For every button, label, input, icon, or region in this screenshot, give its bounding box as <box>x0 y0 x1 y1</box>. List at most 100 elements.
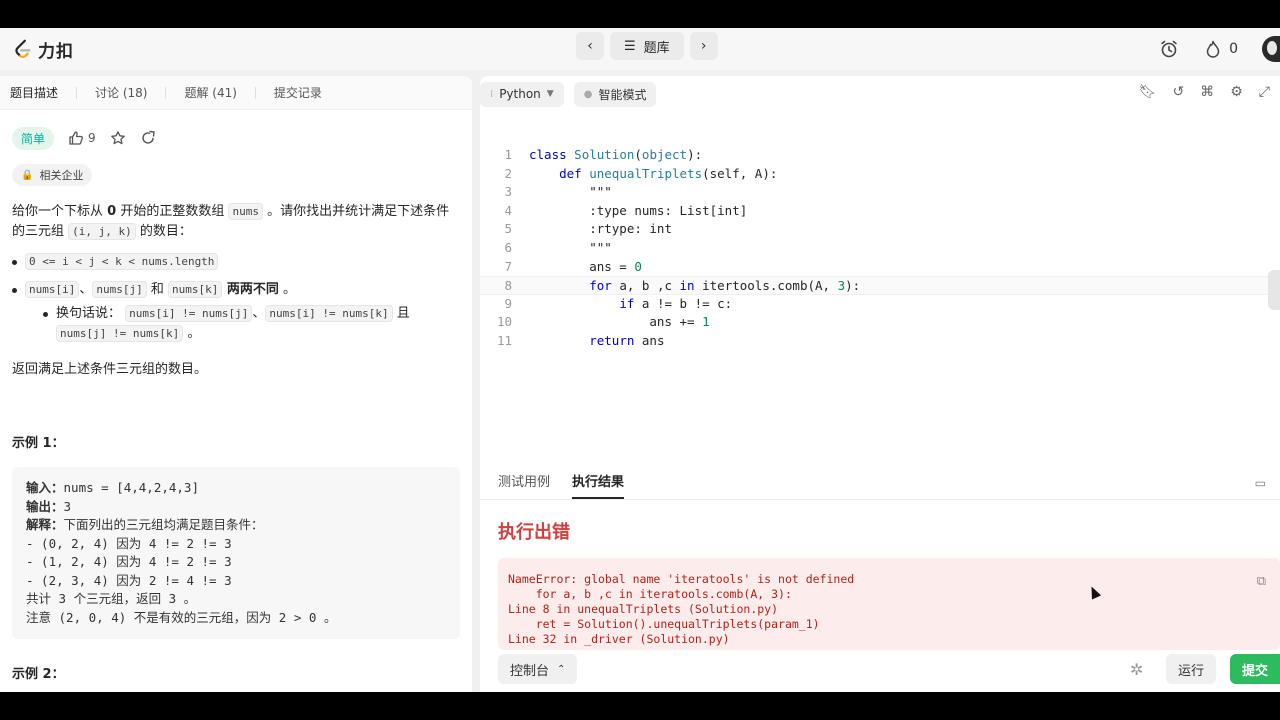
line-number: 6 <box>504 239 512 255</box>
desc-text: 和 <box>146 282 168 297</box>
desc-bold: 0 <box>107 204 117 219</box>
chevron-left-icon: ‹ <box>587 38 593 54</box>
smart-mode-label: 智能模式 <box>598 87 647 102</box>
reset-icon[interactable]: ↺ <box>1173 84 1185 100</box>
desc-text: 的数目： <box>135 224 192 239</box>
example-value: nums = [4,4,2,4,3] <box>63 480 199 495</box>
chevron-up-icon: ⌃ <box>557 663 566 675</box>
desc-text: 。 <box>183 326 201 341</box>
inline-code: (i, j, k) <box>68 223 136 240</box>
bullet <box>12 288 17 293</box>
code-line-active: 8 for a, b ,c in itertools.comb(A, 3): <box>480 276 1280 295</box>
streak-counter[interactable]: 0 <box>1205 40 1238 58</box>
list-item: 换句话说： nums[i] != nums[j]、 nums[i] != nums… <box>43 304 410 344</box>
fullscreen-icon[interactable]: ⤢ <box>1259 84 1270 100</box>
top-right-controls: 0 <box>1159 34 1280 64</box>
like-count: 9 <box>88 131 96 145</box>
smart-mode-toggle[interactable]: ● 智能模式 <box>573 81 657 107</box>
tab-divider <box>76 86 78 99</box>
shortcut-icon[interactable]: ⌘ <box>1200 84 1214 100</box>
language-select[interactable]: ⁞ Python ▼ <box>480 81 564 107</box>
example-value: 下面列出的三元组均满足题目条件： <box>63 517 264 532</box>
submit-button[interactable]: 提交 <box>1230 654 1280 684</box>
example-1-title: 示例 1： <box>12 436 65 451</box>
layout-toggle-icon[interactable]: ▭ <box>1255 476 1266 490</box>
problem-list-label: 题库 <box>643 40 670 56</box>
line-number: 3 <box>504 184 512 200</box>
tab-divider <box>254 86 256 99</box>
code-line: 6 """ <box>480 239 1280 258</box>
code-line: 10 ans += 1 <box>480 313 1280 332</box>
line-number: 11 <box>496 332 512 348</box>
dot-icon: ● <box>583 88 593 100</box>
settings-icon[interactable]: ⚙ <box>1230 84 1243 100</box>
list-item: 0 <= i < j < k < nums.length <box>12 252 460 272</box>
return-description: 返回满足上述条件三元组的数目。 <box>12 362 208 377</box>
debug-bug-icon[interactable]: ✲ <box>1130 660 1143 679</box>
chevron-right-icon: › <box>700 38 707 54</box>
example-1-box: 输入：nums = [4,4,2,4,3] 输出：3 解释：下面列出的三元组均满… <box>12 467 460 639</box>
logo-text: 力扣 <box>38 41 74 62</box>
console-toggle-button[interactable]: 控制台 ⌃ <box>498 654 578 684</box>
tab-run-result[interactable]: 执行结果 <box>572 471 625 499</box>
copy-icon[interactable]: ⧉ <box>1257 574 1266 589</box>
code-area[interactable]: 1 class Solution(object): 2 def unequalTr… <box>480 146 1280 351</box>
share-icon[interactable] <box>140 130 156 146</box>
alarm-clock-icon[interactable] <box>1159 39 1179 59</box>
tab-solutions[interactable]: 题解 (41) <box>174 84 246 101</box>
example-line: - (1, 2, 4) 因为 4 != 2 != 3 <box>26 554 232 569</box>
error-title: 执行出错 <box>498 522 570 543</box>
tab-discussion[interactable]: 讨论 (18) <box>85 84 157 101</box>
example-line: 共计 3 个三元组，返回 3 。 <box>26 591 197 606</box>
tab-submissions[interactable]: 提交记录 <box>264 84 332 101</box>
code-line: 2 def unequalTriplets(self, A): <box>480 165 1280 184</box>
top-bar: 力扣 ‹ ☰ 题库 › 0 <box>0 28 1280 70</box>
like-button[interactable]: 9 <box>68 130 96 146</box>
star-icon[interactable] <box>110 130 126 146</box>
code-line: 4 :type nums: List[int] <box>480 202 1280 221</box>
inline-code: nums[j] != nums[k] <box>56 325 184 342</box>
inline-code: nums[i] != nums[j] <box>125 305 253 322</box>
line-number: 8 <box>504 278 512 294</box>
related-companies-tag[interactable]: 🔒 相关企业 <box>12 164 93 186</box>
tab-test-cases[interactable]: 测试用例 <box>498 471 550 499</box>
desc-text: 。 <box>278 282 297 297</box>
problem-tabs: 题目描述 讨论 (18) 题解 (41) 提交记录 <box>0 76 472 110</box>
code-line: 3 """ <box>480 183 1280 202</box>
result-panel: 测试用例 执行结果 ▭ 执行出错 NameError: global name … <box>480 464 1280 692</box>
code-line: 5 :rtype: int <box>480 220 1280 239</box>
list-icon: ☰ <box>624 38 636 54</box>
next-problem-button[interactable]: › <box>689 32 718 60</box>
desc-text: 且 <box>392 306 410 321</box>
avatar[interactable] <box>1262 36 1280 62</box>
difficulty-badge: 简单 <box>12 126 55 150</box>
bookmark-icon[interactable]: 🔖︎ <box>1139 84 1157 100</box>
desc-text: 开始的正整数数组 <box>116 204 229 219</box>
problem-panel: 题目描述 讨论 (18) 题解 (41) 提交记录 简单 9 🔒 相关企业 给你… <box>0 76 472 692</box>
example-2-title: 示例 2： <box>12 667 65 682</box>
code-line: 11 return ans <box>480 332 1280 351</box>
code-line: 7 ans = 0 <box>480 258 1280 277</box>
prev-problem-button[interactable]: ‹ <box>576 32 604 60</box>
code-line: 9 if a != b != c: <box>480 295 1280 314</box>
example-line: 注意 (2, 0, 4) 不是有效的三元组，因为 2 > 0 。 <box>26 609 337 625</box>
code-icon: ⁞ <box>490 88 494 100</box>
run-button[interactable]: 运行 <box>1166 654 1216 684</box>
error-output: NameError: global name 'iteratools' is n… <box>498 558 1280 650</box>
problem-list-button[interactable]: ☰ 题库 <box>610 32 684 60</box>
example-value: 3 <box>63 498 72 514</box>
example-line: - (0, 2, 4) 因为 4 != 2 != 3 <box>26 535 232 551</box>
side-panel-handle[interactable] <box>1268 270 1280 310</box>
problem-nav: ‹ ☰ 题库 › <box>576 32 718 60</box>
desc-text: 换句话说： <box>56 306 122 321</box>
company-tag-label: 相关企业 <box>39 169 84 182</box>
example-line: - (2, 3, 4) 因为 2 != 4 != 3 <box>26 572 232 588</box>
streak-count: 0 <box>1229 41 1238 57</box>
line-number: 1 <box>504 147 512 162</box>
list-item: nums[i]、 nums[j] 和 nums[k] 两两不同 。 换句话说： n… <box>12 280 460 344</box>
logo[interactable]: 力扣 <box>12 34 74 64</box>
tab-description[interactable]: 题目描述 <box>0 84 68 101</box>
editor-actions: 🔖︎ ↺ ⌘ ⚙ ⤢ <box>1139 84 1270 100</box>
line-number: 4 <box>504 202 512 218</box>
inline-code: nums[k] <box>168 281 223 298</box>
